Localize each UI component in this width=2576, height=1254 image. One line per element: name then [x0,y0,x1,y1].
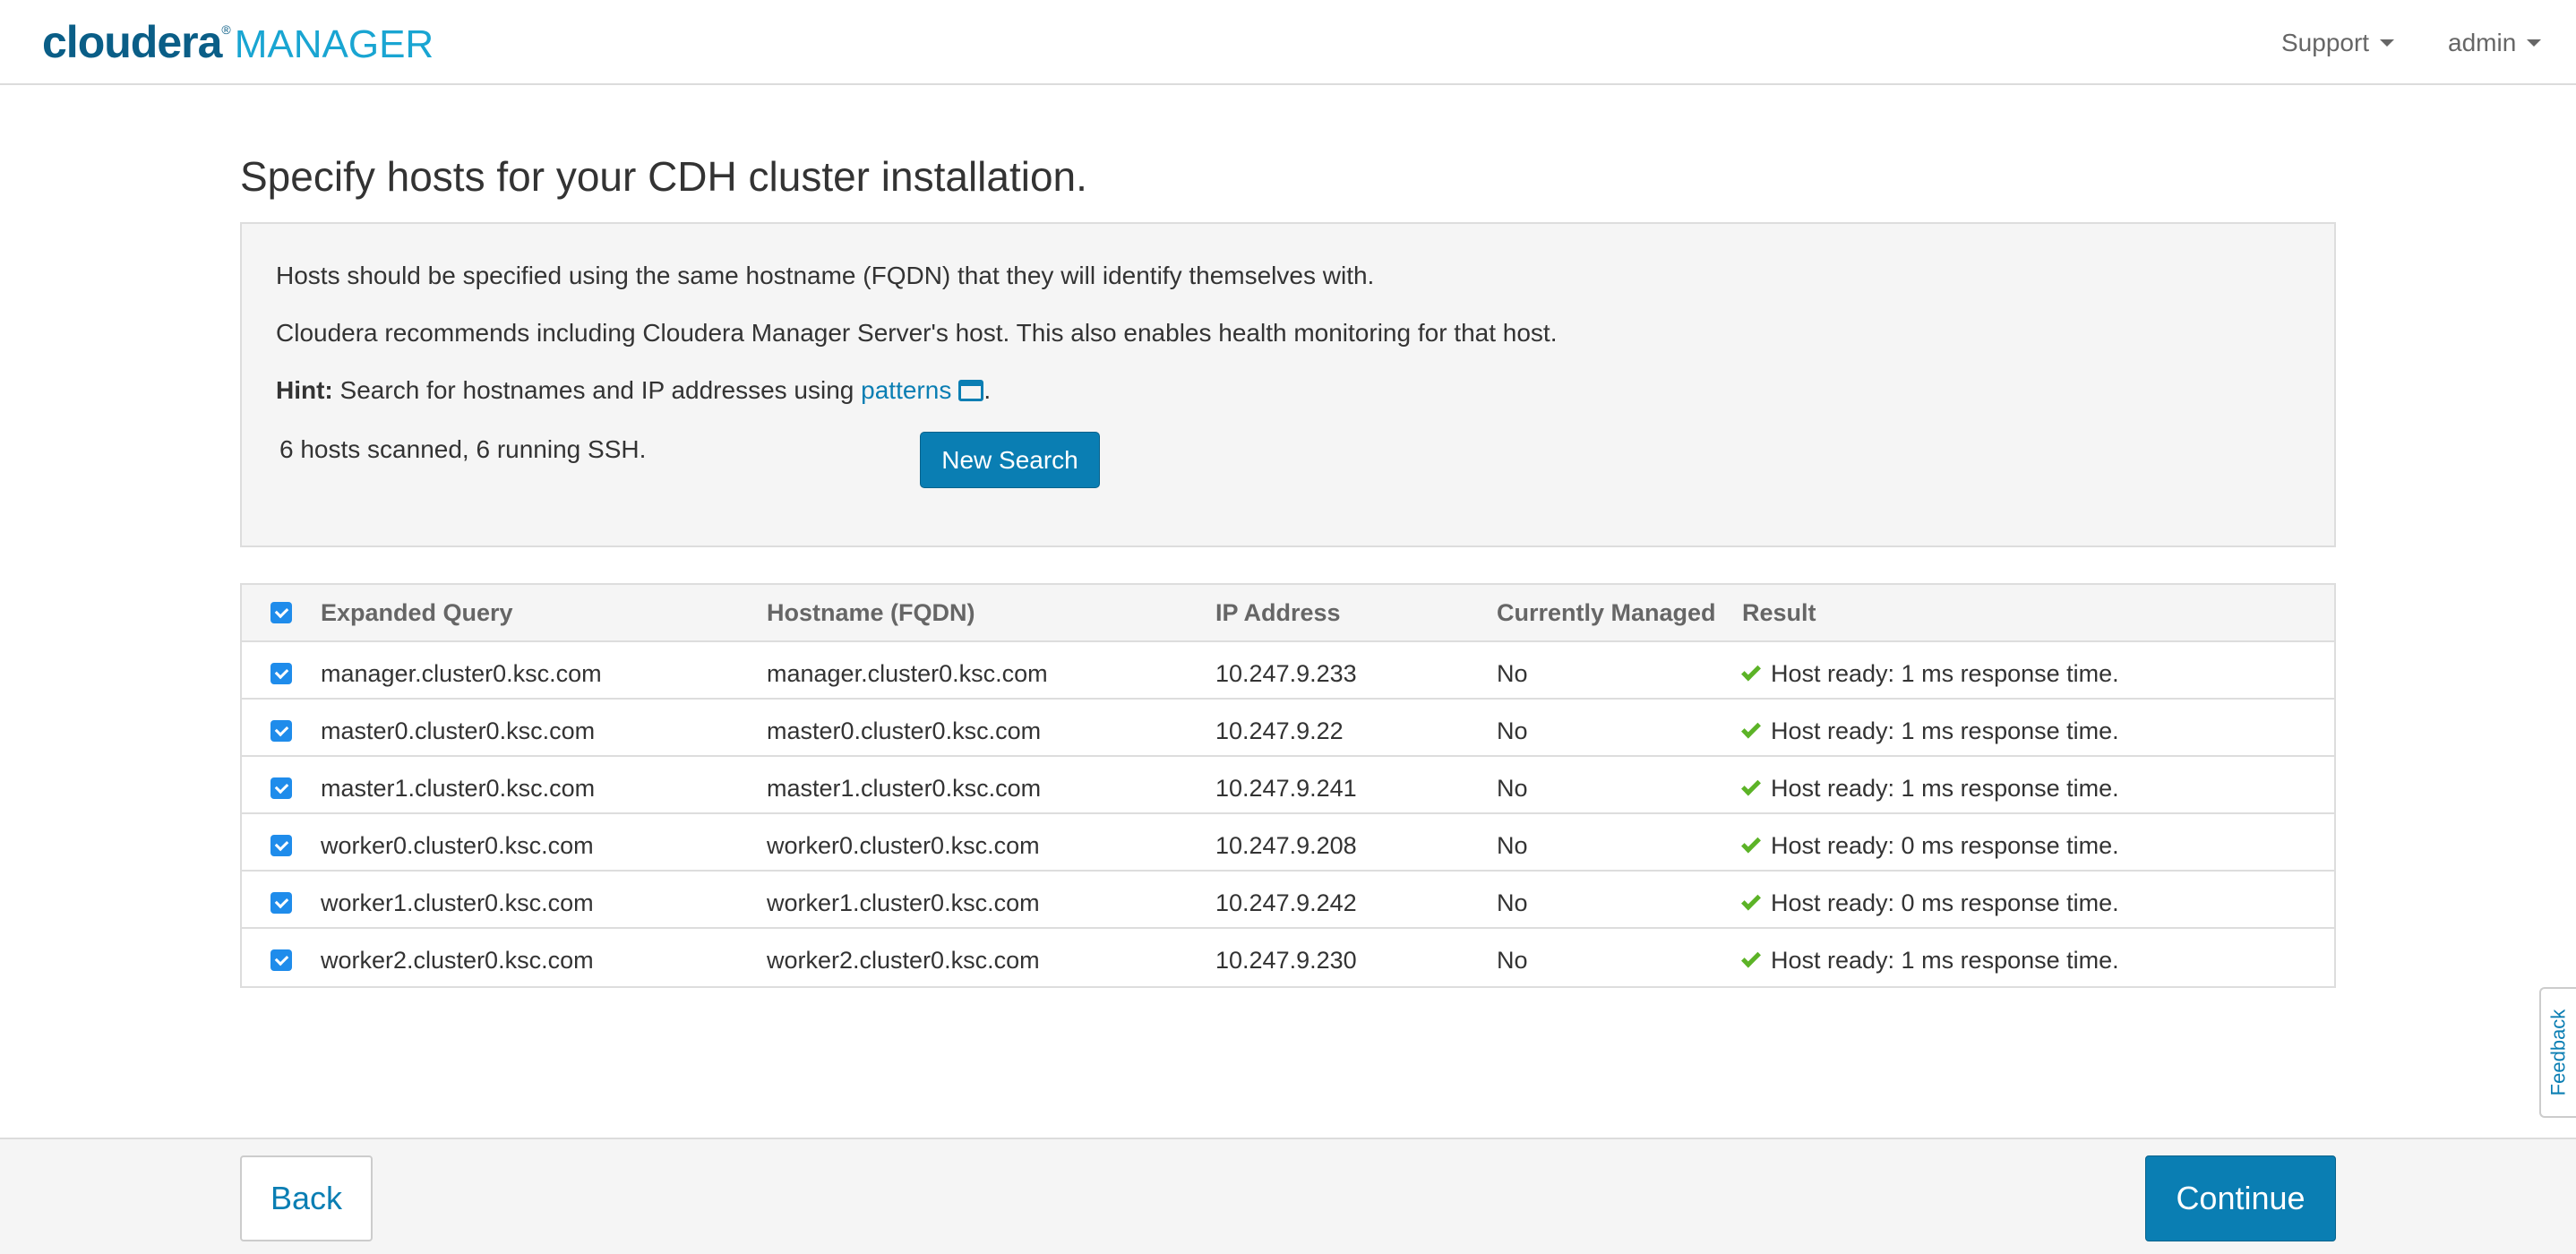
currently-managed-cell: No [1497,659,1528,687]
hostname-cell: worker0.cluster0.ksc.com [767,831,1040,859]
admin-menu[interactable]: admin [2448,25,2542,61]
result-cell: Host ready: 1 ms response time. [1741,932,2119,988]
row-check-cell [270,875,292,931]
row-check-cell [270,818,292,873]
row-check-cell [270,703,292,759]
hosts-table: Expanded Query Hostname (FQDN) IP Addres… [240,583,2336,988]
scan-status-text: 6 hosts scanned, 6 running SSH. [279,435,647,463]
ip-address-cell: 10.247.9.230 [1215,946,1357,974]
currently-managed-cell: No [1497,889,1528,916]
fqdn-instruction-text: Hosts should be specified using the same… [276,262,1375,289]
hostname-cell: master1.cluster0.ksc.com [767,774,1042,802]
checkmark-icon [1741,776,1761,795]
table-header-row: Expanded Query Hostname (FQDN) IP Addres… [242,585,2334,642]
host-checkbox[interactable] [270,835,292,856]
row-check-cell [270,646,292,701]
back-button[interactable]: Back [240,1155,373,1241]
checkmark-icon [1741,890,1761,910]
result-text: Host ready: 1 ms response time. [1771,774,2119,802]
patterns-link[interactable]: patterns [861,376,951,404]
currently-managed-cell: No [1497,717,1528,744]
column-header-ip-address[interactable]: IP Address [1215,585,1341,640]
result-text: Host ready: 0 ms response time. [1771,831,2119,859]
feedback-label: Feedback [2546,1009,2570,1096]
support-menu-label: Support [2281,29,2370,56]
table-row: master1.cluster0.ksc.com master1.cluster… [242,757,2334,814]
admin-menu-label: admin [2448,29,2517,56]
host-checkbox[interactable] [270,663,292,684]
ip-address-cell: 10.247.9.241 [1215,774,1357,802]
logo-product-text: MANAGER [234,22,434,66]
new-search-button[interactable]: New Search [920,432,1100,488]
table-row: worker2.cluster0.ksc.com worker2.cluster… [242,929,2334,986]
page-title: Specify hosts for your CDH cluster insta… [240,153,1087,200]
host-checkbox[interactable] [270,949,292,971]
ip-address-cell: 10.247.9.242 [1215,889,1357,916]
ip-address-cell: 10.247.9.233 [1215,659,1357,687]
checkmark-icon [1741,948,1761,967]
result-cell: Host ready: 0 ms response time. [1741,818,2119,873]
hint-label: Hint: [276,376,333,404]
result-cell: Host ready: 1 ms response time. [1741,646,2119,701]
expanded-query-cell: worker1.cluster0.ksc.com [321,889,594,916]
hint-text: Search for hostnames and IP addresses us… [332,376,862,404]
result-cell: Host ready: 1 ms response time. [1741,703,2119,759]
support-menu[interactable]: Support [2281,25,2395,61]
ip-address-cell: 10.247.9.22 [1215,717,1344,744]
result-cell: Host ready: 0 ms response time. [1741,875,2119,931]
currently-managed-cell: No [1497,774,1528,802]
hint-end: . [983,376,992,404]
column-header-currently-managed[interactable]: Currently Managed [1497,585,1716,640]
row-check-cell [270,932,292,988]
host-checkbox[interactable] [270,777,292,799]
feedback-tab[interactable]: Feedback [2539,987,2576,1118]
continue-button[interactable]: Continue [2145,1155,2336,1241]
column-header-hostname[interactable]: Hostname (FQDN) [767,585,975,640]
logo-brand-text: cloudera [42,17,222,67]
checkmark-icon [1741,661,1761,681]
hostname-cell: manager.cluster0.ksc.com [767,659,1048,687]
table-row: master0.cluster0.ksc.com master0.cluster… [242,700,2334,757]
column-header-expanded-query[interactable]: Expanded Query [321,585,513,640]
result-cell: Host ready: 1 ms response time. [1741,760,2119,816]
host-checkbox[interactable] [270,720,292,742]
select-all-checkbox[interactable] [270,602,292,623]
registered-mark-icon: ® [221,22,231,37]
expanded-query-cell: worker2.cluster0.ksc.com [321,946,594,974]
wizard-footer: Back Continue [0,1138,2576,1254]
row-check-cell [270,760,292,816]
checkmark-icon [1741,718,1761,738]
hostname-cell: worker1.cluster0.ksc.com [767,889,1040,916]
checkmark-icon [1741,833,1761,853]
currently-managed-cell: No [1497,946,1528,974]
table-row: manager.cluster0.ksc.com manager.cluster… [242,642,2334,700]
result-text: Host ready: 1 ms response time. [1771,946,2119,974]
hostname-cell: worker2.cluster0.ksc.com [767,946,1040,974]
result-text: Host ready: 1 ms response time. [1771,659,2119,687]
expanded-query-cell: master0.cluster0.ksc.com [321,717,596,744]
table-row: worker0.cluster0.ksc.com worker0.cluster… [242,814,2334,872]
table-row: worker1.cluster0.ksc.com worker1.cluster… [242,872,2334,929]
expanded-query-cell: master1.cluster0.ksc.com [321,774,596,802]
column-header-result[interactable]: Result [1742,585,1816,640]
result-text: Host ready: 1 ms response time. [1771,717,2119,744]
caret-down-icon [2527,39,2542,47]
host-checkbox[interactable] [270,892,292,914]
select-all-cell [270,585,292,640]
ip-address-cell: 10.247.9.208 [1215,831,1357,859]
expanded-query-cell: manager.cluster0.ksc.com [321,659,602,687]
hint-line: Hint: Search for hostnames and IP addres… [276,376,991,405]
server-host-recommendation-text: Cloudera recommends including Cloudera M… [276,319,1558,347]
hostname-cell: master0.cluster0.ksc.com [767,717,1042,744]
info-panel: Hosts should be specified using the same… [240,222,2336,547]
external-window-icon[interactable] [958,380,984,401]
caret-down-icon [2380,39,2395,47]
result-text: Host ready: 0 ms response time. [1771,889,2119,916]
cloudera-manager-logo[interactable]: cloudera ® MANAGER [42,16,434,67]
top-navbar: cloudera ® MANAGER Support admin [0,0,2576,85]
currently-managed-cell: No [1497,831,1528,859]
expanded-query-cell: worker0.cluster0.ksc.com [321,831,594,859]
